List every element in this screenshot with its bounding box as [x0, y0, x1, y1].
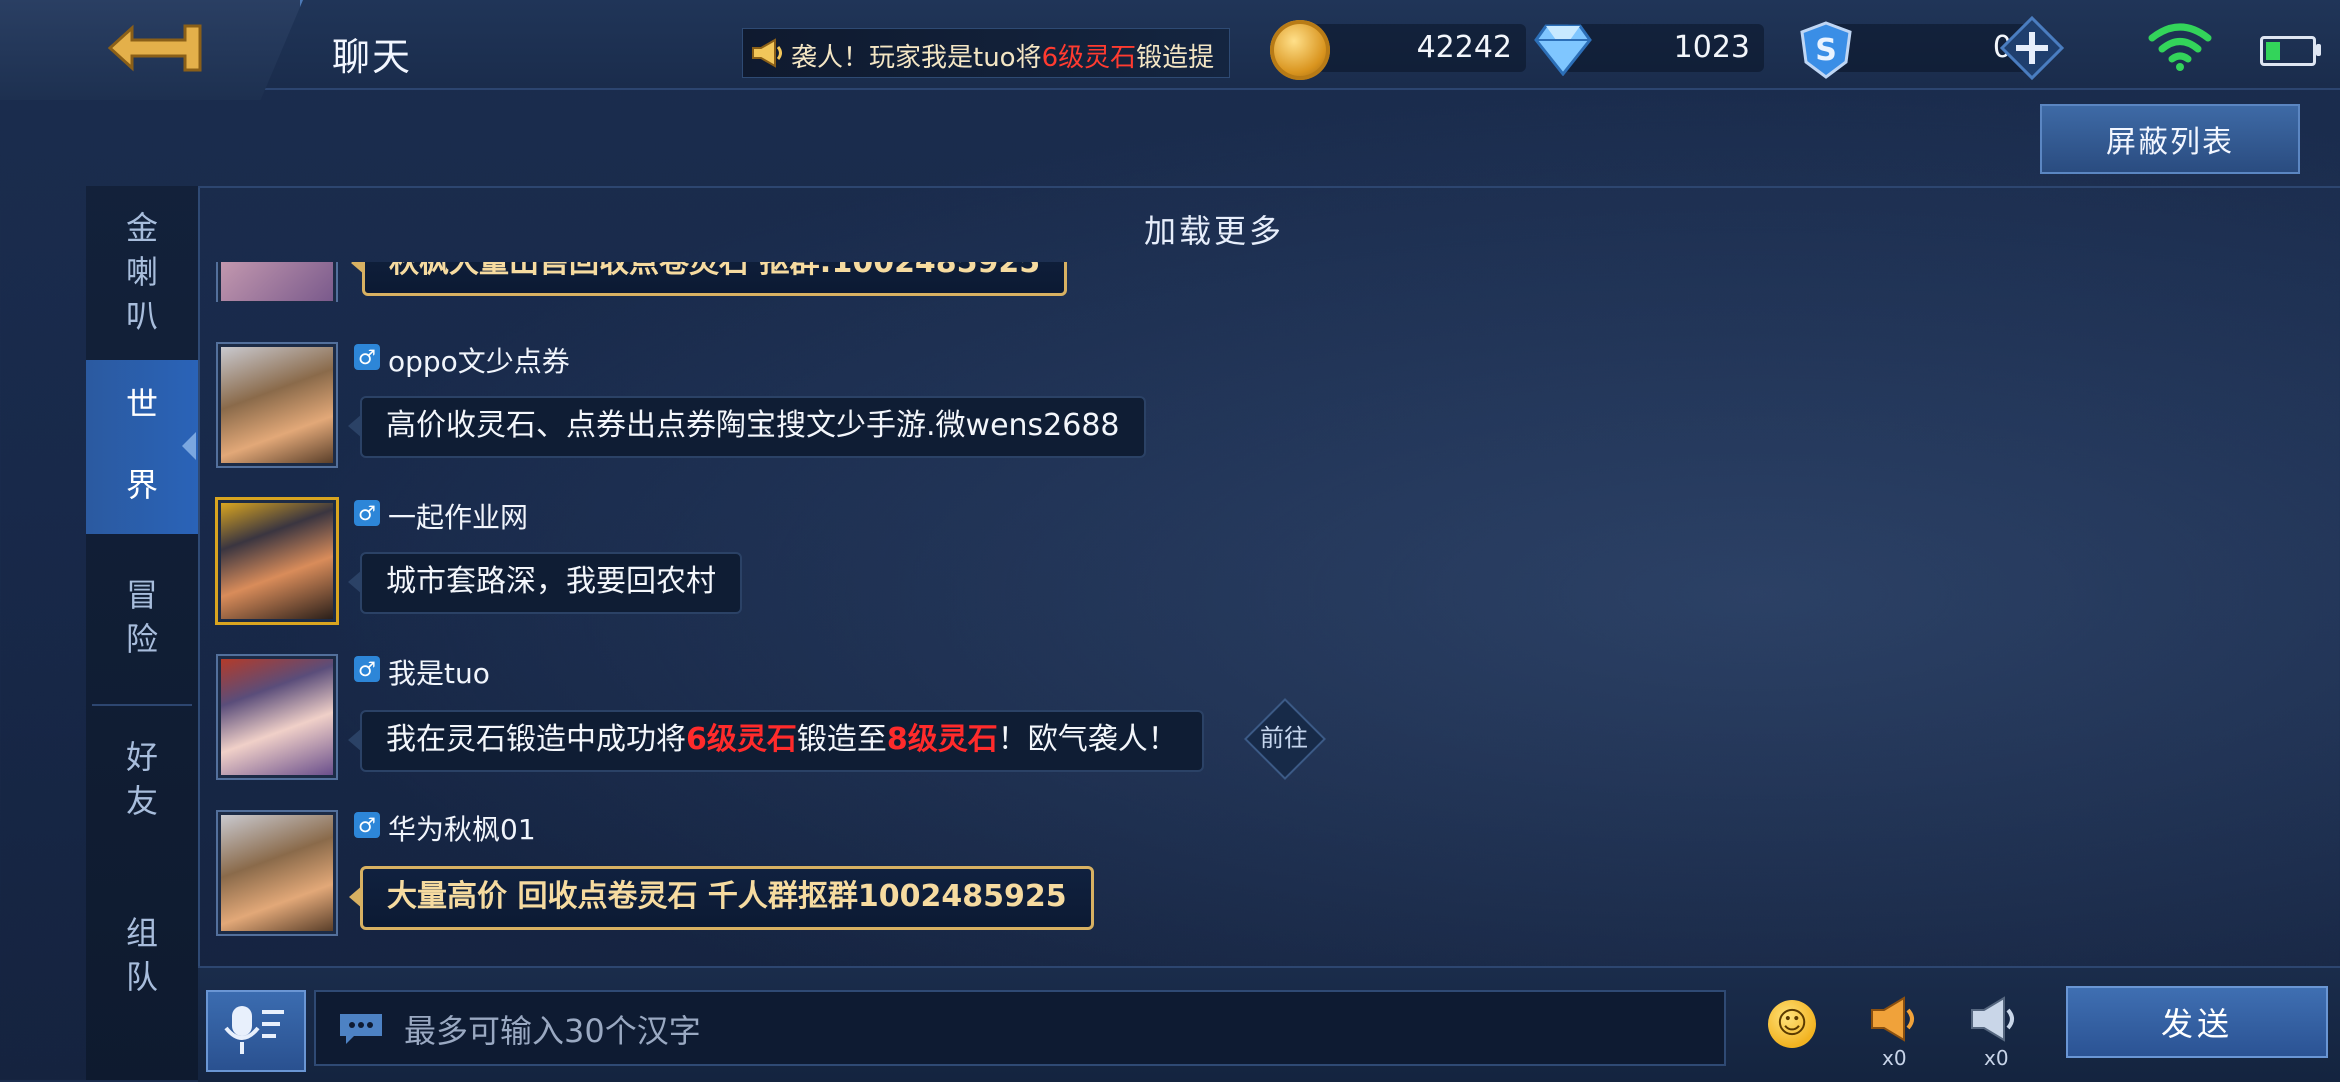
coin-value: 42242 — [1416, 30, 1512, 65]
message-input[interactable]: 最多可输入30个汉字 — [314, 990, 1726, 1066]
avatar[interactable] — [218, 812, 336, 934]
message-bubble[interactable]: 高价收灵石、点券出点券陶宝搜文少手游.微wens2688 — [348, 396, 1146, 458]
avatar[interactable] — [218, 262, 336, 302]
diamond-counter: 1023 — [1534, 20, 1764, 78]
username[interactable]: 我是tuo — [388, 652, 490, 692]
block-list-button[interactable]: 屏蔽列表 — [2040, 104, 2300, 174]
avatar[interactable] — [218, 500, 336, 622]
input-placeholder: 最多可输入30个汉字 — [404, 1012, 701, 1050]
tab-adventure[interactable]: 冒险 — [86, 552, 198, 655]
send-button[interactable]: 发送 — [2066, 986, 2328, 1058]
diamond-value: 1023 — [1673, 30, 1750, 65]
page-title: 聊天 — [332, 35, 413, 79]
add-currency-button[interactable] — [2000, 16, 2064, 80]
battery-icon — [2260, 36, 2321, 66]
message-bubble[interactable]: 秋枫大量出售回收点卷灵石 抠群:1002485925 — [350, 262, 1068, 296]
male-gender-icon: ♂ — [354, 500, 380, 526]
back-arrow-icon — [107, 24, 202, 72]
message-bubble[interactable]: 城市套路深，我要回农村 — [348, 552, 742, 614]
emoji-button[interactable]: ☺ — [1768, 1000, 1816, 1048]
username[interactable]: 一起作业网 — [388, 496, 528, 536]
voice-input-button[interactable] — [206, 990, 306, 1072]
avatar[interactable] — [218, 344, 336, 466]
gold-coin-icon — [1270, 20, 1330, 80]
megaphone-icon — [752, 38, 782, 68]
token-counter: S 0 — [1798, 16, 2078, 80]
male-gender-icon: ♂ — [354, 812, 380, 838]
gold-horn-button[interactable] — [1866, 992, 1922, 1046]
username[interactable]: 华为秋枫01 — [388, 808, 536, 848]
channel-tabs: 金喇叭 世界 冒险 好友 组队 — [86, 186, 200, 1080]
wifi-icon — [2148, 23, 2212, 71]
message-row: 秋枫大量出售回收点卷灵石 抠群:1002485925 — [198, 262, 1198, 302]
active-tab-indicator — [182, 432, 196, 460]
tab-gold-horn[interactable]: 金喇叭 — [86, 206, 198, 338]
message-bubble[interactable]: 大量高价 回收点卷灵石 千人群抠群1002485925 — [349, 866, 1094, 930]
silver-horn-count: x0 — [1984, 1046, 2009, 1070]
svg-text:S: S — [1815, 33, 1837, 68]
microphone-icon — [224, 1006, 284, 1054]
s-shield-icon: S — [1800, 21, 1852, 79]
load-more-button[interactable]: 加载更多 — [1144, 206, 1284, 252]
chat-bubble-icon — [340, 1014, 382, 1044]
male-gender-icon: ♂ — [354, 344, 380, 370]
goto-button[interactable]: 前往 — [1244, 708, 1324, 768]
male-gender-icon: ♂ — [354, 656, 380, 682]
tab-friends[interactable]: 好友 — [86, 714, 198, 817]
marquee-text: 袭人！玩家我是tuo将6级灵石锻造提 — [791, 43, 1215, 73]
message-bubble[interactable]: 我在灵石锻造中成功将6级灵石锻造至8级灵石！欧气袭人！ — [348, 710, 1204, 772]
gold-horn-count: x0 — [1882, 1046, 1907, 1070]
announcement-marquee: 袭人！玩家我是tuo将6级灵石锻造提 — [742, 28, 1230, 78]
username[interactable]: oppo文少点券 — [388, 340, 570, 380]
back-button[interactable] — [0, 0, 303, 100]
coin-counter: 42242 — [1270, 20, 1526, 80]
tab-team[interactable]: 组队 — [86, 890, 198, 993]
diamond-icon — [1534, 24, 1592, 76]
avatar[interactable] — [218, 656, 336, 778]
silver-horn-button[interactable] — [1966, 992, 2022, 1046]
